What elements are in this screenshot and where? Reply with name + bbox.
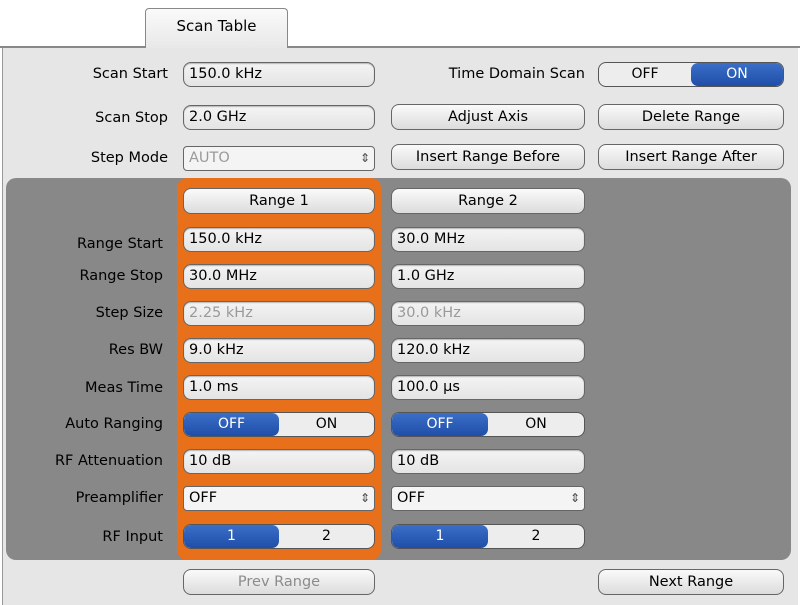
- range-1-rf-input-2[interactable]: 2: [279, 525, 374, 548]
- range-2-auto-ranging-on[interactable]: ON: [488, 413, 584, 436]
- range-2-preamplifier-select[interactable]: OFF ⇕: [391, 486, 585, 511]
- insert-range-before-button[interactable]: Insert Range Before: [391, 144, 585, 170]
- time-domain-off[interactable]: OFF: [599, 63, 691, 86]
- range-1-preamplifier-value: OFF: [189, 490, 218, 506]
- range-2-start-field[interactable]: 30.0 MHz: [391, 227, 585, 252]
- scan-stop-field[interactable]: 2.0 GHz: [183, 105, 375, 130]
- range-1-rf-input-toggle[interactable]: 1 2: [183, 524, 375, 549]
- adjust-axis-button[interactable]: Adjust Axis: [391, 104, 585, 130]
- auto-ranging-label: Auto Ranging: [65, 416, 163, 432]
- prev-range-button[interactable]: Prev Range: [183, 569, 375, 595]
- updown-arrows-icon: ⇕: [359, 151, 370, 165]
- updown-arrows-icon: ⇕: [359, 491, 370, 505]
- rf-input-label: RF Input: [102, 529, 163, 545]
- range-stop-label: Range Stop: [79, 268, 163, 284]
- range-1-preamplifier-select[interactable]: OFF ⇕: [183, 486, 375, 511]
- step-mode-select[interactable]: AUTO ⇕: [183, 146, 375, 171]
- range-1-auto-ranging-toggle[interactable]: OFF ON: [183, 412, 375, 437]
- range-1-meas-time-field[interactable]: 1.0 ms: [183, 375, 375, 400]
- step-mode-label: Step Mode: [90, 150, 168, 166]
- range-2-rf-input-2[interactable]: 2: [488, 525, 584, 548]
- range-2-preamplifier-value: OFF: [397, 490, 426, 506]
- range-2-stop-field[interactable]: 1.0 GHz: [391, 264, 585, 289]
- range-1-auto-ranging-on[interactable]: ON: [279, 413, 374, 436]
- time-domain-on[interactable]: ON: [691, 63, 783, 86]
- updown-arrows-icon: ⇕: [569, 491, 580, 505]
- range-start-label: Range Start: [77, 236, 163, 252]
- range-1-res-bw-field[interactable]: 9.0 kHz: [183, 338, 375, 363]
- step-mode-value: AUTO: [189, 150, 230, 166]
- preamplifier-label: Preamplifier: [75, 490, 163, 506]
- range-1-start-field[interactable]: 150.0 kHz: [183, 227, 375, 252]
- range-2-rf-attenuation-field[interactable]: 10 dB: [391, 449, 585, 474]
- time-domain-scan-label: Time Domain Scan: [448, 66, 585, 82]
- range-2-rf-input-1[interactable]: 1: [392, 525, 488, 548]
- range-2-meas-time-field[interactable]: 100.0 µs: [391, 375, 585, 400]
- range-2-header-button[interactable]: Range 2: [391, 188, 585, 214]
- range-2-auto-ranging-toggle[interactable]: OFF ON: [391, 412, 585, 437]
- scan-stop-label: Scan Stop: [95, 110, 168, 126]
- range-1-header-button[interactable]: Range 1: [183, 188, 375, 214]
- delete-range-button[interactable]: Delete Range: [598, 104, 784, 130]
- range-1-rf-input-1[interactable]: 1: [184, 525, 279, 548]
- scan-start-field[interactable]: 150.0 kHz: [183, 62, 375, 87]
- tab-scan-table[interactable]: Scan Table: [145, 8, 288, 48]
- range-2-rf-input-toggle[interactable]: 1 2: [391, 524, 585, 549]
- next-range-button[interactable]: Next Range: [598, 569, 784, 595]
- meas-time-label: Meas Time: [85, 380, 163, 396]
- range-1-step-size-field[interactable]: 2.25 kHz: [183, 301, 375, 326]
- range-2-res-bw-field[interactable]: 120.0 kHz: [391, 338, 585, 363]
- res-bw-label: Res BW: [108, 342, 163, 358]
- range-1-auto-ranging-off[interactable]: OFF: [184, 413, 279, 436]
- step-size-label: Step Size: [95, 305, 163, 321]
- range-2-auto-ranging-off[interactable]: OFF: [392, 413, 488, 436]
- time-domain-scan-toggle[interactable]: OFF ON: [598, 62, 784, 87]
- range-2-step-size-field[interactable]: 30.0 kHz: [391, 301, 585, 326]
- range-1-stop-field[interactable]: 30.0 MHz: [183, 264, 375, 289]
- rf-attenuation-label: RF Attenuation: [54, 453, 163, 469]
- scan-start-label: Scan Start: [92, 66, 168, 82]
- range-1-rf-attenuation-field[interactable]: 10 dB: [183, 449, 375, 474]
- insert-range-after-button[interactable]: Insert Range After: [598, 144, 784, 170]
